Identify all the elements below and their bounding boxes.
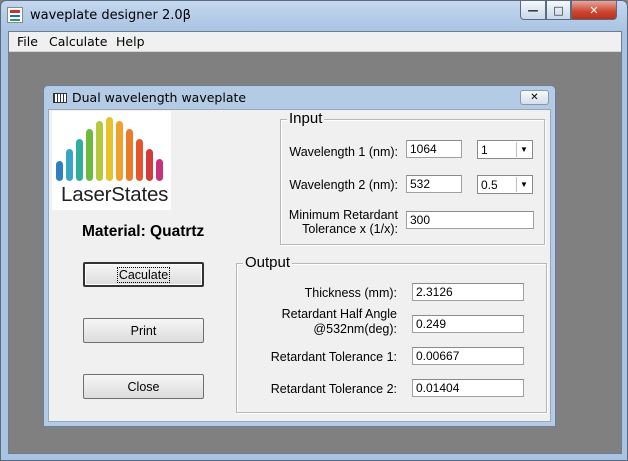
title-bar[interactable]: waveplate designer 2.0β — □ ✕ xyxy=(1,1,627,31)
wavelength2-order-value: 0.5 xyxy=(481,178,498,192)
output-group: Output Thickness (mm): 2.3126 Retardant … xyxy=(236,254,547,413)
thickness-output: 2.3126 xyxy=(412,283,524,301)
dual-wavelength-dialog: Dual wavelength waveplate ✕ LaserStates … xyxy=(43,85,556,427)
logo-bar xyxy=(106,117,113,181)
logo-text: LaserStates xyxy=(61,183,169,206)
tolerance-label-line2: Tolerance x (1/x): xyxy=(302,222,398,236)
calculate-button[interactable]: Caculate xyxy=(83,262,204,287)
material-label: Material: Quatrtz xyxy=(82,223,205,240)
tolerance2-output: 0.01404 xyxy=(412,379,524,397)
menu-bar: File Calculate Help xyxy=(9,32,621,52)
wavelength2-order-select[interactable]: 0.5 ▼ xyxy=(477,175,533,194)
minimize-button[interactable]: — xyxy=(520,1,546,20)
close-window-button[interactable]: ✕ xyxy=(571,1,617,20)
maximize-button[interactable]: □ xyxy=(546,1,571,20)
chevron-down-icon[interactable]: ▼ xyxy=(516,142,531,157)
logo-bar xyxy=(116,121,123,181)
half-angle-output: 0.249 xyxy=(412,315,524,333)
close-button[interactable]: Close xyxy=(83,374,204,399)
menu-calculate[interactable]: Calculate xyxy=(49,34,107,49)
menu-help[interactable]: Help xyxy=(116,34,145,49)
main-window: waveplate designer 2.0β — □ ✕ File Calcu… xyxy=(0,0,628,461)
logo-bar xyxy=(66,149,73,181)
logo-bar xyxy=(76,139,83,181)
wavelength1-order-value: 1 xyxy=(481,143,488,157)
output-group-label: Output xyxy=(243,254,293,271)
dialog-close-button[interactable]: ✕ xyxy=(520,90,549,105)
input-group: Input Wavelength 1 (nm): 1064 1 ▼ Wavele… xyxy=(280,110,545,245)
logo-bar xyxy=(96,121,103,181)
window-title: waveplate designer 2.0β xyxy=(30,8,191,23)
chevron-down-icon[interactable]: ▼ xyxy=(516,177,531,192)
thickness-label: Thickness (mm): xyxy=(304,286,397,300)
logo-bar xyxy=(86,129,93,181)
calculate-button-label: Caculate xyxy=(116,266,171,283)
tolerance1-output: 0.00667 xyxy=(412,347,524,365)
dialog-body: LaserStates Material: Quatrtz Caculate P… xyxy=(48,109,551,422)
half-angle-label-line2: @532nm(deg): xyxy=(313,322,397,336)
print-button[interactable]: Print xyxy=(83,318,204,343)
laserstates-logo: LaserStates xyxy=(52,111,171,210)
app-icon xyxy=(7,7,23,23)
tolerance-input[interactable]: 300 xyxy=(406,211,534,229)
wavelength2-input[interactable]: 532 xyxy=(406,175,462,193)
tolerance1-label: Retardant Tolerance 1: xyxy=(270,350,397,364)
half-angle-label-line1: Retardant Half Angle xyxy=(281,307,397,321)
logo-bar xyxy=(146,149,153,181)
logo-bar xyxy=(156,159,163,181)
logo-bars xyxy=(56,117,163,181)
wavelength1-label: Wavelength 1 (nm): xyxy=(289,145,398,159)
logo-bar xyxy=(56,161,63,181)
tolerance2-label: Retardant Tolerance 2: xyxy=(270,382,397,396)
wavelength1-order-select[interactable]: 1 ▼ xyxy=(477,140,533,159)
input-group-label: Input xyxy=(287,110,325,127)
dialog-icon xyxy=(53,93,67,103)
logo-bar xyxy=(136,139,143,181)
tolerance-label-line1: Minimum Retardant xyxy=(288,208,398,222)
dialog-title: Dual wavelength waveplate xyxy=(72,90,247,105)
logo-bar xyxy=(126,129,133,181)
menu-file[interactable]: File xyxy=(17,34,38,49)
wavelength2-label: Wavelength 2 (nm): xyxy=(289,178,398,192)
wavelength1-input[interactable]: 1064 xyxy=(406,140,462,158)
